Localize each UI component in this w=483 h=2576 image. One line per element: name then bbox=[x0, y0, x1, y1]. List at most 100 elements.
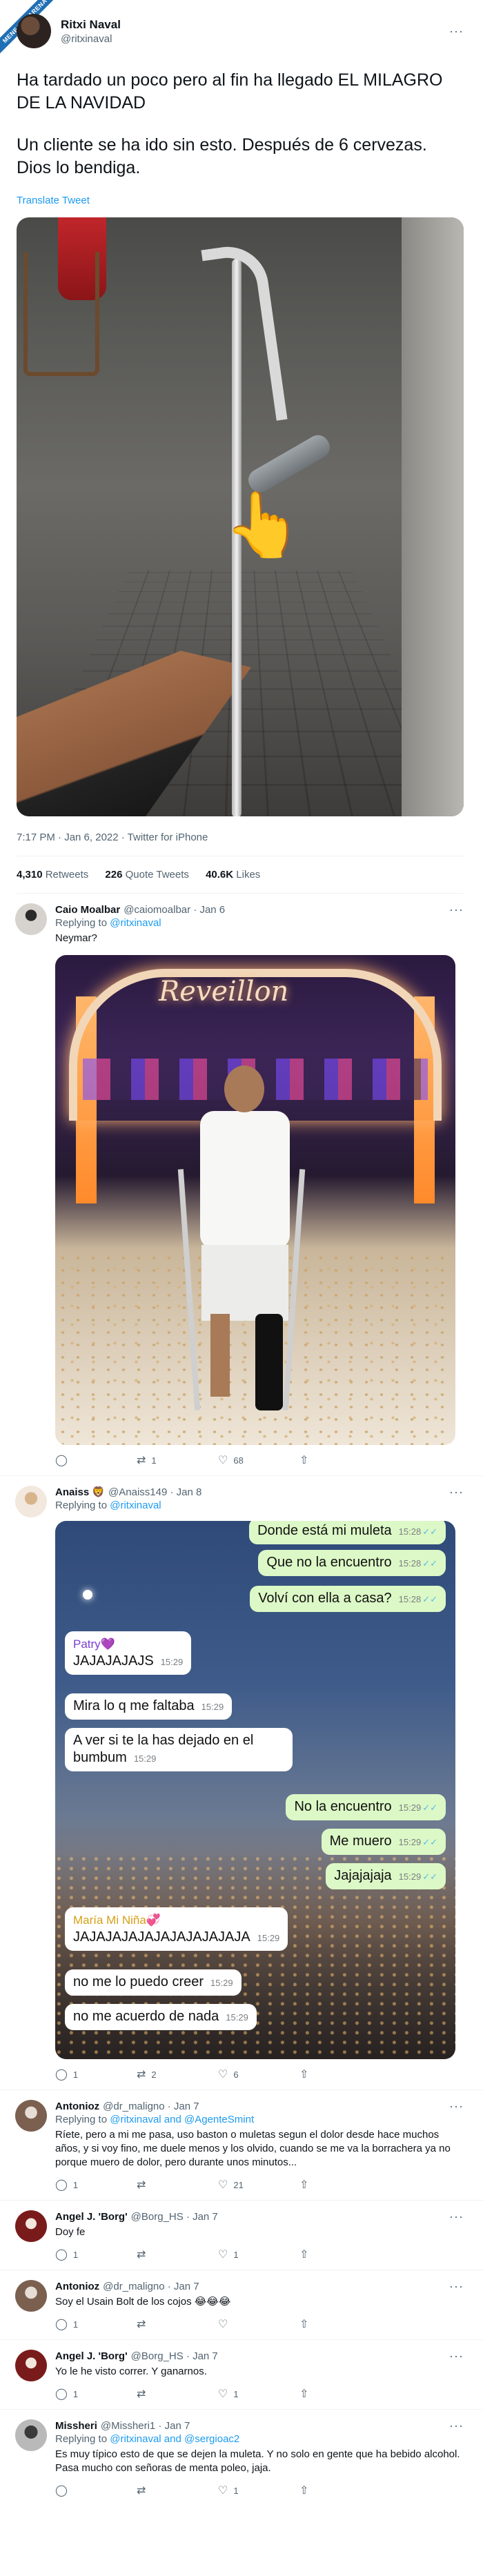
like-button[interactable]: ♡ bbox=[218, 2317, 299, 2331]
reply-author-name[interactable]: Missheri bbox=[55, 2420, 97, 2432]
retweet-button[interactable]: ⇄ bbox=[137, 2387, 218, 2401]
reply-tweet[interactable]: Antonioz @dr_maligno · Jan 7 ··· Soy el … bbox=[0, 2270, 483, 2340]
share-button[interactable]: ⇧ bbox=[299, 2248, 381, 2261]
reply-handle[interactable]: @Borg_HS · Jan 7 bbox=[131, 2350, 218, 2362]
leg bbox=[210, 1314, 230, 1397]
like-button[interactable]: ♡ 1 bbox=[218, 2387, 299, 2401]
reply-handle[interactable]: @Anaiss149 · Jan 8 bbox=[108, 1486, 201, 1498]
avatar[interactable] bbox=[15, 2419, 47, 2451]
reply-button[interactable]: ◯ 1 bbox=[55, 2178, 137, 2192]
likes-label: Likes bbox=[236, 869, 261, 881]
share-button[interactable]: ⇧ bbox=[299, 2067, 381, 2081]
read-receipt-icon: ✓✓ bbox=[422, 1871, 437, 1882]
more-icon[interactable]: ··· bbox=[449, 2350, 464, 2362]
avatar[interactable] bbox=[15, 2350, 47, 2381]
replying-to-link[interactable]: @ritxinaval bbox=[110, 1500, 161, 1511]
reply-tweet[interactable]: Antonioz @dr_maligno · Jan 7 ··· Replyin… bbox=[0, 2090, 483, 2201]
reply-header: Antonioz @dr_maligno · Jan 7 ··· bbox=[55, 2100, 464, 2112]
reply-photo[interactable]: Reveillon bbox=[55, 955, 455, 1445]
likes-count[interactable]: 40.6K Likes bbox=[206, 869, 260, 881]
retweet-count: 2 bbox=[151, 2069, 157, 2080]
reply-author-name[interactable]: Antonioz bbox=[55, 2281, 99, 2292]
more-icon[interactable]: ··· bbox=[449, 903, 464, 916]
like-button[interactable]: ♡ 1 bbox=[218, 2248, 299, 2261]
retweet-button[interactable]: ⇄ bbox=[137, 2248, 218, 2261]
share-button[interactable]: ⇧ bbox=[299, 1453, 381, 1467]
reply-author-name[interactable]: Angel J. 'Borg' bbox=[55, 2211, 128, 2223]
more-icon[interactable]: ··· bbox=[449, 25, 464, 37]
message-time: 15:29 bbox=[257, 1933, 280, 1943]
reply-tweet[interactable]: Angel J. 'Borg' @Borg_HS · Jan 7 ··· Doy… bbox=[0, 2201, 483, 2270]
tweet-timestamp[interactable]: 7:17 PM · Jan 6, 2022 · Twitter for iPho… bbox=[17, 832, 464, 843]
share-button[interactable]: ⇧ bbox=[299, 2178, 381, 2192]
share-button[interactable]: ⇧ bbox=[299, 2484, 381, 2497]
reply-handle[interactable]: @caiomoalbar · Jan 6 bbox=[124, 904, 225, 916]
heart-icon: ♡ bbox=[218, 2249, 228, 2261]
retweets-count[interactable]: 4,310 Retweets bbox=[17, 869, 88, 881]
more-icon[interactable]: ··· bbox=[449, 1486, 464, 1498]
reply-text: Ríete, pero a mi me pasa, uso baston o m… bbox=[55, 2129, 451, 2168]
reply-handle[interactable]: @dr_maligno · Jan 7 bbox=[103, 2281, 199, 2292]
reply-button[interactable]: ◯ 1 bbox=[55, 2317, 137, 2331]
more-icon[interactable]: ··· bbox=[449, 2210, 464, 2223]
reply-button[interactable]: ◯ bbox=[55, 2484, 137, 2497]
retweet-button[interactable]: ⇄ bbox=[137, 2484, 218, 2497]
translate-link[interactable]: Translate Tweet bbox=[17, 195, 464, 206]
avatar[interactable] bbox=[17, 14, 51, 48]
reply-count: 1 bbox=[72, 2069, 79, 2080]
like-button[interactable]: ♡ 6 bbox=[218, 2067, 299, 2081]
retweet-button[interactable]: ⇄ bbox=[137, 2317, 218, 2331]
retweet-count: 1 bbox=[151, 1455, 157, 1466]
tweet-photo[interactable]: 👆 bbox=[17, 217, 464, 816]
retweet-button[interactable]: ⇄ bbox=[137, 2178, 218, 2192]
reply-button[interactable]: ◯ 1 bbox=[55, 2387, 137, 2401]
like-button[interactable]: ♡ 1 bbox=[218, 2484, 299, 2497]
avatar[interactable] bbox=[15, 1486, 47, 1517]
heart-icon: ♡ bbox=[218, 2069, 228, 2081]
avatar[interactable] bbox=[15, 2210, 47, 2242]
reply-button[interactable]: ◯ 1 bbox=[55, 2067, 137, 2081]
more-icon[interactable]: ··· bbox=[449, 2100, 464, 2112]
share-button[interactable]: ⇧ bbox=[299, 2317, 381, 2331]
reply-author-name[interactable]: Anaiss 🦁 bbox=[55, 1486, 105, 1498]
reply-author-name[interactable]: Angel J. 'Borg' bbox=[55, 2350, 128, 2362]
action-bar: ◯ 1 ⇄ ♡ ⇧ bbox=[55, 2317, 464, 2331]
more-icon[interactable]: ··· bbox=[449, 2419, 464, 2432]
reply-handle[interactable]: @dr_maligno · Jan 7 bbox=[103, 2101, 199, 2112]
moon bbox=[83, 1590, 92, 1600]
like-button[interactable]: ♡ 21 bbox=[218, 2178, 299, 2192]
more-icon[interactable]: ··· bbox=[449, 2280, 464, 2292]
message-time: 15:29 bbox=[210, 1978, 233, 1988]
retweet-button[interactable]: ⇄ 1 bbox=[137, 1453, 218, 1467]
reply-tweet[interactable]: Angel J. 'Borg' @Borg_HS · Jan 7 ··· Yo … bbox=[0, 2340, 483, 2410]
chat-screenshot[interactable]: Donde está mi muleta 15:28 ✓✓ Que no la enc… bbox=[55, 1521, 455, 2059]
replying-to-link[interactable]: @ritxinaval bbox=[110, 917, 161, 929]
replying-to-link[interactable]: @ritxinaval and @AgenteSmint bbox=[110, 2114, 254, 2125]
avatar[interactable] bbox=[15, 2100, 47, 2132]
share-button[interactable]: ⇧ bbox=[299, 2387, 381, 2401]
replying-to: Replying to @ritxinaval and @AgenteSmint bbox=[55, 2114, 464, 2125]
heart-icon: ♡ bbox=[218, 2179, 228, 2191]
reply-tweet[interactable]: Caio Moalbar @caiomoalbar · Jan 6 ··· Re… bbox=[0, 894, 483, 1476]
reply-tweet[interactable]: Missheri @Missheri1 · Jan 7 ··· Replying… bbox=[0, 2410, 483, 2506]
chair bbox=[23, 252, 99, 376]
like-count: 1 bbox=[233, 2249, 239, 2260]
retweet-button[interactable]: ⇄ 2 bbox=[137, 2067, 218, 2081]
reply-handle[interactable]: @Missheri1 · Jan 7 bbox=[101, 2420, 190, 2432]
avatar[interactable] bbox=[15, 2280, 47, 2312]
reply-button[interactable]: ◯ 1 bbox=[55, 2248, 137, 2261]
avatar[interactable] bbox=[15, 903, 47, 935]
reply-handle[interactable]: @Borg_HS · Jan 7 bbox=[131, 2211, 218, 2223]
reply-author-name[interactable]: Antonioz bbox=[55, 2101, 99, 2112]
quotes-count[interactable]: 226 Quote Tweets bbox=[105, 869, 188, 881]
author-name[interactable]: Ritxi Naval bbox=[61, 18, 449, 32]
read-receipt-icon: ✓✓ bbox=[422, 1594, 437, 1604]
message-time: 15:29 bbox=[133, 1753, 157, 1764]
sent-message: No la encuentro 15:29 ✓✓ bbox=[286, 1794, 446, 1820]
like-button[interactable]: ♡ 68 bbox=[218, 1453, 299, 1467]
reply-button[interactable]: ◯ bbox=[55, 1453, 137, 1467]
reply-author-name[interactable]: Caio Moalbar bbox=[55, 904, 120, 916]
reply-tweet[interactable]: Anaiss 🦁 @Anaiss149 · Jan 8 ··· Replying… bbox=[0, 1476, 483, 2090]
replying-to-link[interactable]: @ritxinaval and @sergioac2 bbox=[110, 2433, 239, 2445]
author-handle[interactable]: @ritxinaval bbox=[61, 33, 449, 45]
